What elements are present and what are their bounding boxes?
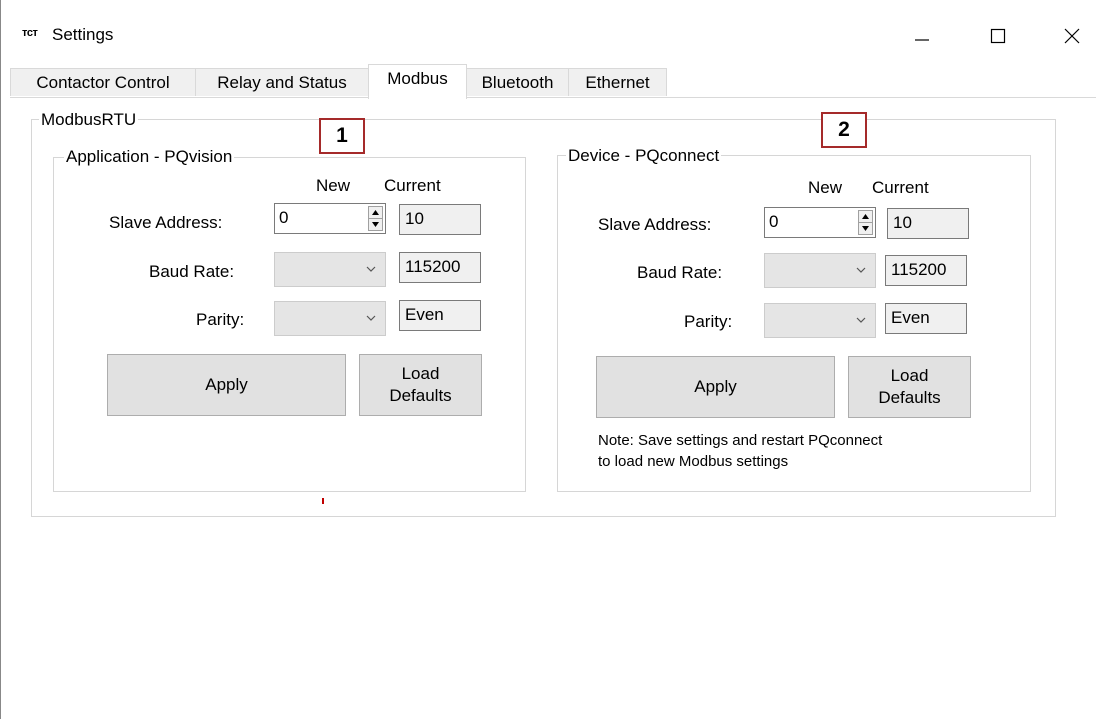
dev-parity-current-value: Even bbox=[891, 308, 930, 327]
app-baud-rate-current: 115200 bbox=[399, 252, 481, 283]
modbusrtu-group-label: ModbusRTU bbox=[39, 110, 139, 130]
dev-baud-rate-current-value: 115200 bbox=[891, 260, 947, 279]
spin-up-icon[interactable] bbox=[369, 207, 382, 219]
app-col-current: Current bbox=[384, 176, 441, 195]
app-slave-address-label: Slave Address: bbox=[109, 213, 223, 232]
window-title: Settings bbox=[52, 25, 114, 44]
window-border bbox=[0, 0, 1, 719]
tab-bluetooth[interactable]: Bluetooth bbox=[466, 68, 569, 96]
dev-slave-address-input[interactable]: 0 bbox=[764, 207, 876, 238]
app-logo-icon: ᴛᴄᴛ bbox=[22, 27, 38, 39]
minimize-icon bbox=[915, 39, 929, 41]
dev-slave-address-value: 0 bbox=[769, 212, 779, 231]
application-group-label: Application - PQvision bbox=[64, 147, 235, 167]
app-slave-address-value: 0 bbox=[279, 208, 289, 227]
dev-parity-current: Even bbox=[885, 303, 967, 334]
app-baud-rate-label: Baud Rate: bbox=[149, 262, 235, 281]
dev-slave-address-label: Slave Address: bbox=[598, 215, 712, 234]
dev-note-line2: to load new Modbus settings bbox=[598, 453, 789, 470]
dev-parity-select[interactable] bbox=[764, 303, 876, 338]
spin-down-icon[interactable] bbox=[369, 219, 382, 230]
app-parity-select[interactable] bbox=[274, 301, 386, 336]
title-bar: ᴛᴄᴛ Settings bbox=[0, 0, 1096, 64]
close-icon bbox=[1064, 28, 1080, 44]
tab-modbus[interactable]: Modbus bbox=[368, 64, 467, 99]
settings-window: ᴛᴄᴛ Settings Contactor Control Relay and… bbox=[0, 0, 1096, 719]
app-slave-address-spinner[interactable] bbox=[368, 206, 383, 231]
tab-contactor-control[interactable]: Contactor Control bbox=[10, 68, 196, 96]
device-group-label: Device - PQconnect bbox=[566, 146, 722, 166]
dev-col-current: Current bbox=[872, 178, 929, 197]
dev-baud-rate-label: Baud Rate: bbox=[637, 263, 723, 282]
minimize-button[interactable] bbox=[893, 14, 951, 58]
app-col-new: New bbox=[316, 176, 351, 195]
maximize-button[interactable] bbox=[969, 14, 1027, 58]
dev-note-line1: Note: Save settings and restart PQconnec… bbox=[598, 432, 883, 449]
app-parity-current: Even bbox=[399, 300, 481, 331]
dev-slave-address-current: 10 bbox=[887, 208, 969, 239]
chevron-down-icon bbox=[856, 267, 866, 273]
red-marker bbox=[322, 498, 324, 504]
app-parity-label: Parity: bbox=[196, 310, 245, 329]
app-slave-address-current-value: 10 bbox=[405, 209, 424, 228]
dev-baud-rate-current: 115200 bbox=[885, 255, 967, 286]
dev-baud-rate-select[interactable] bbox=[764, 253, 876, 288]
app-load-defaults-button[interactable]: Load Defaults bbox=[359, 354, 482, 416]
app-apply-button[interactable]: Apply bbox=[107, 354, 346, 416]
tab-relay-and-status[interactable]: Relay and Status bbox=[195, 68, 369, 96]
app-slave-address-current: 10 bbox=[399, 204, 481, 235]
dev-col-new: New bbox=[808, 178, 843, 197]
close-button[interactable] bbox=[1043, 14, 1096, 58]
spin-up-icon[interactable] bbox=[859, 211, 872, 223]
maximize-icon bbox=[990, 28, 1006, 44]
callout-1: 1 bbox=[319, 118, 365, 154]
app-slave-address-input[interactable]: 0 bbox=[274, 203, 386, 234]
app-parity-current-value: Even bbox=[405, 305, 444, 324]
chevron-down-icon bbox=[366, 315, 376, 321]
dev-slave-address-current-value: 10 bbox=[893, 213, 912, 232]
app-baud-rate-current-value: 115200 bbox=[405, 257, 461, 276]
spin-down-icon[interactable] bbox=[859, 223, 872, 234]
app-baud-rate-select[interactable] bbox=[274, 252, 386, 287]
dev-slave-address-spinner[interactable] bbox=[858, 210, 873, 235]
chevron-down-icon bbox=[366, 266, 376, 272]
dev-load-defaults-button[interactable]: Load Defaults bbox=[848, 356, 971, 418]
tab-ethernet[interactable]: Ethernet bbox=[568, 68, 667, 96]
callout-2: 2 bbox=[821, 112, 867, 148]
dev-apply-button[interactable]: Apply bbox=[596, 356, 835, 418]
chevron-down-icon bbox=[856, 317, 866, 323]
dev-parity-label: Parity: bbox=[684, 312, 733, 331]
